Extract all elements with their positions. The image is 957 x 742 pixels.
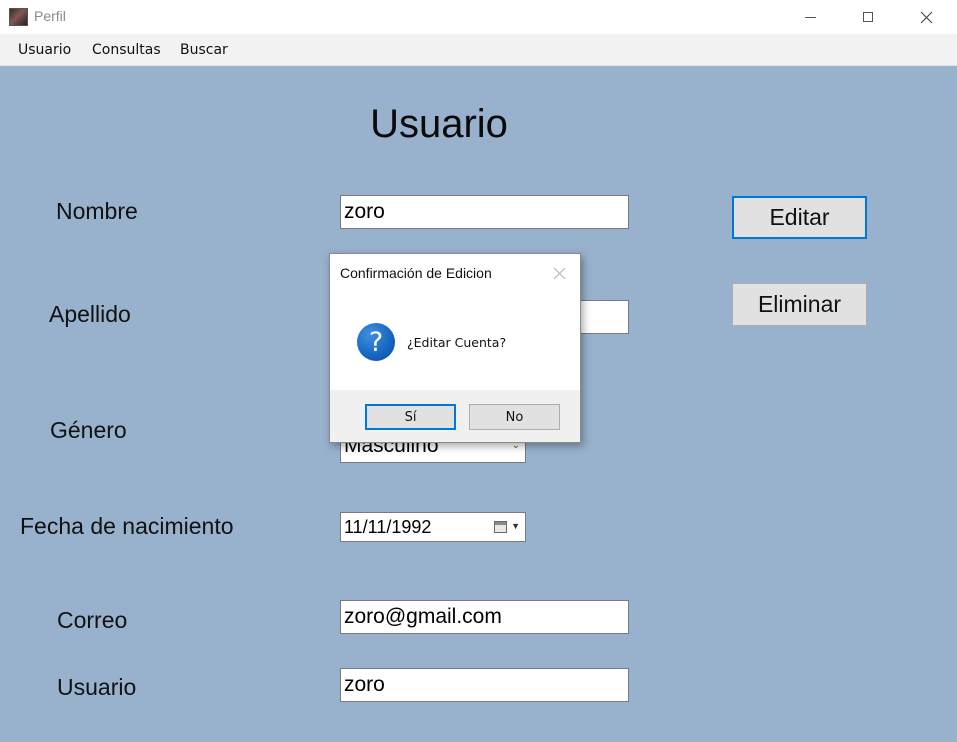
dialog-button-bar: Sí No (330, 390, 580, 442)
close-icon (920, 11, 932, 23)
close-icon (553, 267, 565, 279)
dialog-close-button[interactable] (546, 260, 572, 286)
menu-buscar[interactable]: Buscar (180, 42, 228, 58)
nombre-label: Nombre (56, 198, 138, 224)
minimize-icon (804, 16, 816, 18)
question-icon: ? (357, 323, 395, 361)
no-button[interactable]: No (469, 404, 560, 430)
fecha-date-picker[interactable]: 11/11/1992 ▼ (340, 512, 526, 542)
form-heading: Usuario (370, 102, 508, 146)
window-title: Perfil (34, 8, 66, 24)
minimize-button[interactable] (781, 0, 839, 34)
maximize-icon (863, 12, 873, 22)
dialog-title: Confirmación de Edicion (340, 265, 492, 281)
apellido-label: Apellido (49, 301, 131, 327)
fecha-date-value: 11/11/1992 (344, 517, 432, 537)
eliminar-button[interactable]: Eliminar (732, 283, 867, 326)
usuario-label: Usuario (57, 674, 137, 700)
menu-bar: Usuario Consultas Buscar (0, 34, 957, 66)
title-bar: Perfil (0, 0, 957, 34)
correo-label: Correo (57, 607, 128, 633)
correo-input[interactable]: zoro@gmail.com (340, 600, 629, 634)
calendar-icon[interactable] (494, 521, 507, 533)
app-icon (9, 8, 28, 26)
usuario-input[interactable]: zoro (340, 668, 629, 702)
close-button[interactable] (897, 0, 955, 34)
genero-label: Género (50, 417, 127, 443)
fecha-label: Fecha de nacimiento (20, 513, 234, 539)
dialog-message: ¿Editar Cuenta? (407, 335, 507, 350)
confirm-dialog: Confirmación de Edicion ? ¿Editar Cuenta… (329, 253, 581, 443)
maximize-button[interactable] (839, 0, 897, 34)
yes-button[interactable]: Sí (365, 404, 456, 430)
nombre-input[interactable]: zoro (340, 195, 629, 229)
editar-button[interactable]: Editar (732, 196, 867, 239)
dropdown-arrow-icon[interactable]: ▼ (511, 521, 520, 531)
menu-consultas[interactable]: Consultas (92, 42, 161, 58)
menu-usuario[interactable]: Usuario (18, 42, 71, 58)
